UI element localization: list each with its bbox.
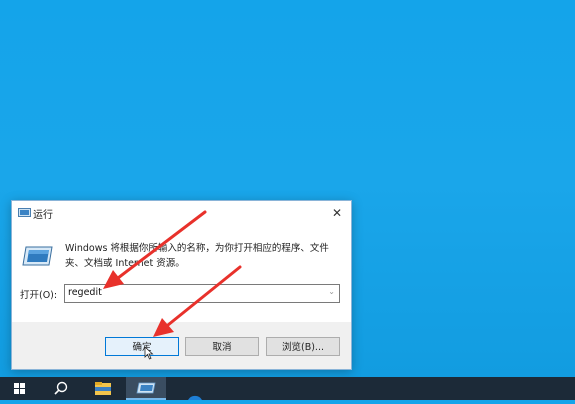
taskbar: [0, 377, 575, 400]
dialog-titlebar[interactable]: 运行 ✕: [12, 201, 351, 225]
edge-icon: [188, 395, 202, 400]
chevron-down-icon[interactable]: ⌄: [328, 287, 335, 296]
search-icon: [54, 381, 68, 395]
close-icon: ✕: [331, 206, 343, 220]
dialog-title: 运行: [33, 210, 53, 221]
browse-button[interactable]: 浏览(B)...: [266, 337, 340, 356]
run-icon: [136, 382, 156, 394]
taskbar-run-button[interactable]: [126, 377, 166, 400]
run-dialog: 运行 ✕ Windows 将根据你所输入的名称，为你打开相应的程序、文件夹、文档…: [11, 200, 352, 370]
ok-button[interactable]: 确定: [105, 337, 179, 356]
open-input-value: regedit: [68, 287, 102, 298]
folder-icon: [95, 382, 111, 395]
edge-browser-button[interactable]: [176, 377, 214, 400]
start-button[interactable]: [0, 377, 38, 400]
run-app-icon: [22, 246, 53, 266]
close-button[interactable]: ✕: [323, 201, 351, 225]
cancel-button[interactable]: 取消: [185, 337, 259, 356]
run-icon: [18, 208, 31, 217]
open-input[interactable]: regedit ⌄: [64, 284, 340, 303]
dialog-footer: 确定 取消 浏览(B)...: [12, 322, 351, 369]
windows-logo-icon: [14, 383, 25, 394]
mouse-cursor-icon: [144, 346, 154, 360]
open-label: 打开(O):: [20, 290, 58, 301]
search-button[interactable]: [41, 377, 79, 400]
dialog-description: Windows 将根据你所输入的名称，为你打开相应的程序、文件夹、文档或 Int…: [65, 243, 329, 269]
file-explorer-button[interactable]: [84, 377, 122, 400]
